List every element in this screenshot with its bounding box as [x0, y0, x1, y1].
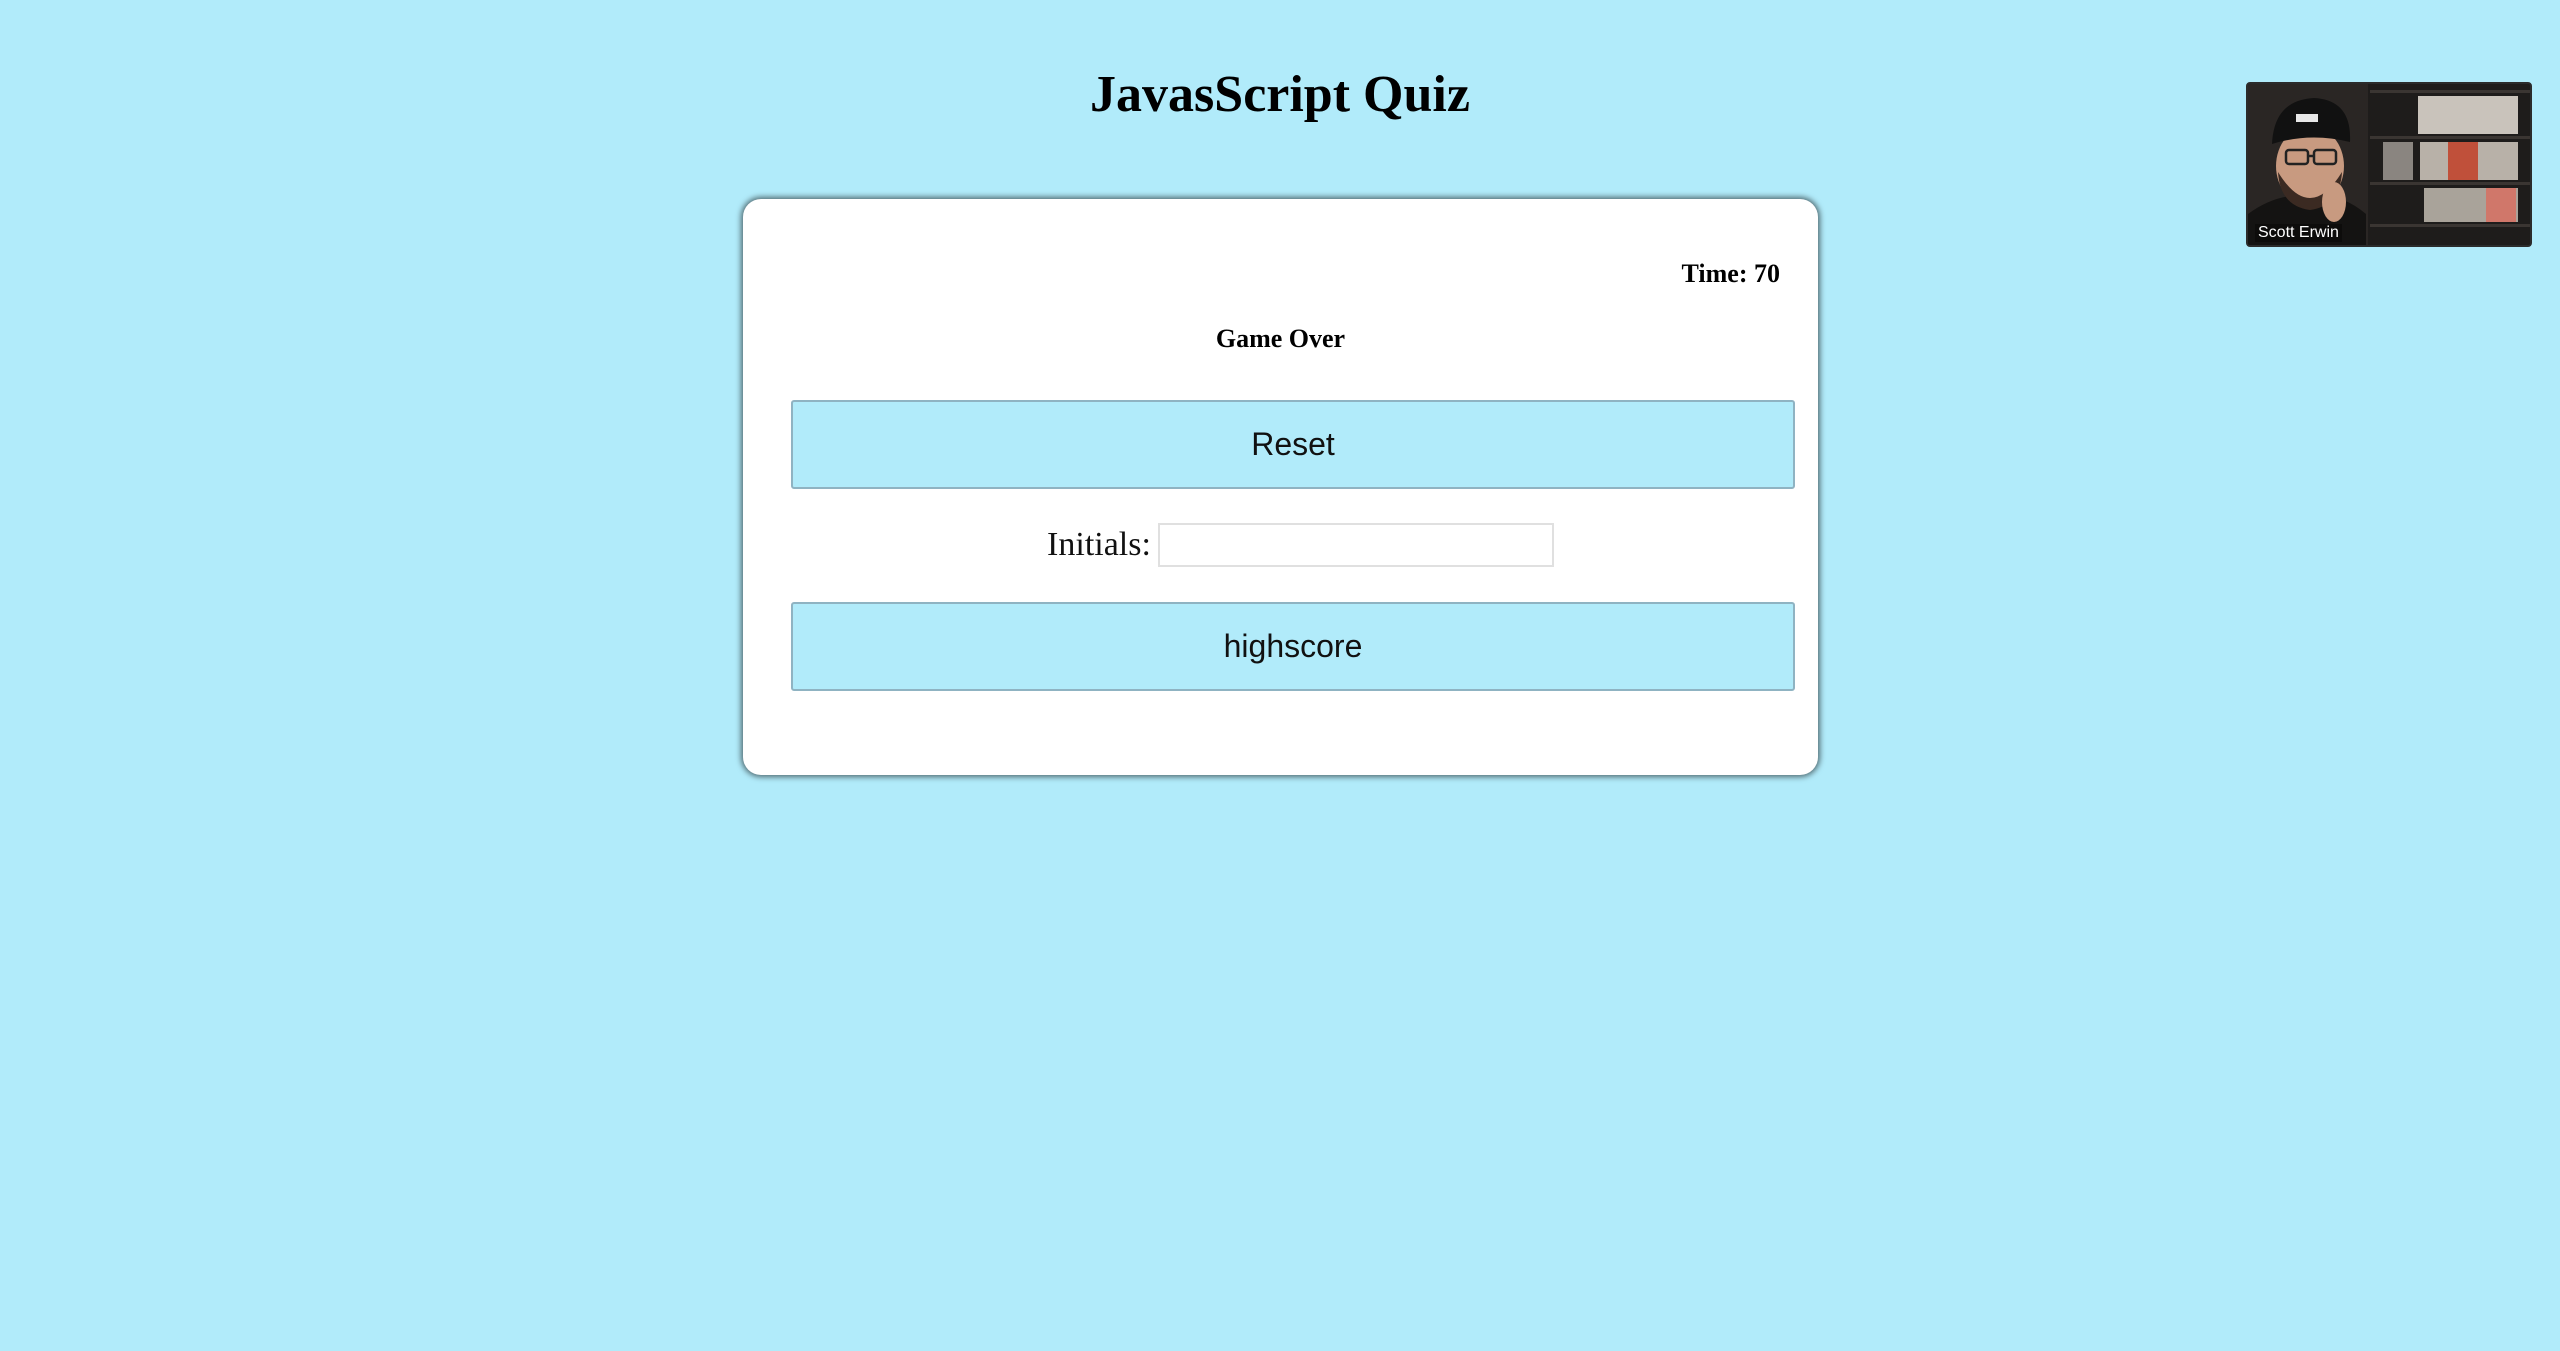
page-title: JavasScript Quiz	[1090, 66, 1470, 123]
initials-input[interactable]	[1157, 523, 1554, 567]
participant-name: Scott Erwin	[2255, 224, 2342, 242]
game-status: Game Over	[1215, 324, 1346, 353]
initials-row: Initials:	[743, 523, 1818, 567]
participant-video	[2248, 84, 2530, 245]
quiz-card: Time: 70 Game Over Reset Initials: highs…	[743, 199, 1818, 775]
highscore-button[interactable]: highscore	[791, 602, 1795, 691]
reset-button[interactable]: Reset	[791, 400, 1795, 489]
initials-label: Initials:	[1047, 526, 1151, 563]
video-call-tile[interactable]: Scott Erwin	[2246, 82, 2532, 247]
timer: Time: 70	[1681, 259, 1780, 288]
